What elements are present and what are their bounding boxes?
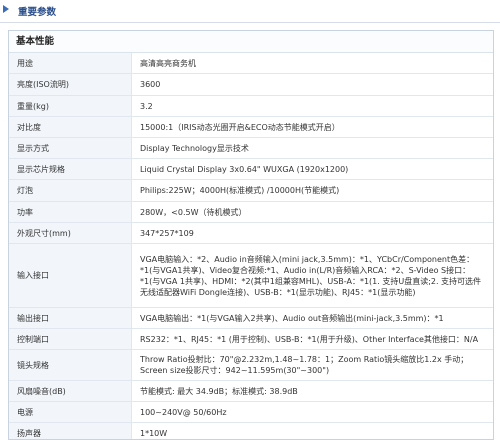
- arrow-marker-icon: [3, 5, 9, 13]
- spec-label: 扬声器: [9, 423, 132, 439]
- spec-label: 重量(kg): [9, 96, 132, 116]
- spec-label: 对比度: [9, 117, 132, 137]
- spec-value: 15000:1（IRIS动态光圈开启&ECO动态节能模式开启）: [140, 122, 340, 132]
- spec-row: 输入接口 VGA电脑输入：*2、Audio in音频输入(mini jack,3…: [9, 244, 493, 308]
- spec-label: 功率: [9, 202, 132, 222]
- spec-panel: 基本性能 用途 高清高亮商务机 亮度(ISO流明) 3600 重量(kg) 3.…: [8, 30, 494, 440]
- spec-value: Philips:225W；4000H(标准模式) /10000H(节能模式): [140, 186, 340, 195]
- spec-row: 功率 280W，<0.5W（待机模式）: [9, 202, 493, 223]
- spec-label: 显示方式: [9, 138, 132, 158]
- spec-value: RS232：*1、RJ45：*1 (用于控制)、USB-B：*1(用于升级)、O…: [140, 334, 479, 344]
- spec-value: 347*257*109: [140, 228, 194, 238]
- spec-row: 重量(kg) 3.2: [9, 96, 493, 117]
- spec-label: 风扇噪音(dB): [9, 381, 132, 401]
- spec-value: 100~240V@ 50/60Hz: [140, 407, 227, 417]
- spec-value: 高清高亮商务机: [140, 58, 196, 68]
- spec-value: Throw Ratio投射比：70"@2.232m,1.48~1.78：1；Zo…: [140, 355, 469, 375]
- spec-row: 输出接口 VGA电脑输出：*1(与VGA输入2共享)、Audio out音频输出…: [9, 308, 493, 329]
- spec-row: 控制端口 RS232：*1、RJ45：*1 (用于控制)、USB-B：*1(用于…: [9, 329, 493, 350]
- spec-value: 节能模式: 最大 34.9dB；标准模式: 38.9dB: [140, 386, 298, 396]
- spec-row: 对比度 15000:1（IRIS动态光圈开启&ECO动态节能模式开启）: [9, 117, 493, 138]
- spec-label: 电源: [9, 402, 132, 422]
- header-title: 重要参数: [18, 7, 57, 18]
- spec-value: 3600: [140, 80, 161, 89]
- spec-row: 镜头规格 Throw Ratio投射比：70"@2.232m,1.48~1.78…: [9, 350, 493, 381]
- section-header: 重要参数: [0, 0, 500, 23]
- spec-label: 显示芯片规格: [9, 159, 132, 179]
- spec-row: 亮度(ISO流明) 3600: [9, 74, 493, 96]
- spec-row: 电源 100~240V@ 50/60Hz: [9, 402, 493, 423]
- spec-value: VGA电脑输入：*2、Audio in音频输入(mini jack,3.5mm)…: [140, 254, 482, 297]
- spec-label: 控制端口: [9, 329, 132, 349]
- spec-row: 灯泡 Philips:225W；4000H(标准模式) /10000H(节能模式…: [9, 180, 493, 202]
- spec-label: 镜头规格: [9, 350, 132, 380]
- spec-row: 风扇噪音(dB) 节能模式: 最大 34.9dB；标准模式: 38.9dB: [9, 381, 493, 402]
- spec-value: 3.2: [140, 101, 153, 111]
- spec-row: 显示方式 Display Technology显示技术: [9, 138, 493, 159]
- spec-label: 外观尺寸(mm): [9, 223, 132, 243]
- section-title: 基本性能: [9, 31, 493, 53]
- spec-value: Display Technology显示技术: [140, 143, 249, 153]
- spec-value: 1*10W: [140, 428, 168, 438]
- spec-row: 扬声器 1*10W: [9, 423, 493, 439]
- spec-label: 输出接口: [9, 308, 132, 328]
- spec-label: 用途: [9, 53, 132, 73]
- spec-value: Liquid Crystal Display 3x0.64" WUXGA (19…: [140, 164, 349, 174]
- spec-row: 外观尺寸(mm) 347*257*109: [9, 223, 493, 244]
- spec-label: 亮度(ISO流明): [9, 74, 132, 95]
- spec-row: 显示芯片规格 Liquid Crystal Display 3x0.64" WU…: [9, 159, 493, 180]
- spec-label: 灯泡: [9, 180, 132, 201]
- spec-label: 输入接口: [9, 244, 132, 307]
- spec-row: 用途 高清高亮商务机: [9, 53, 493, 74]
- spec-value: 280W，<0.5W（待机模式）: [140, 207, 247, 217]
- spec-value: VGA电脑输出：*1(与VGA输入2共享)、Audio out音频输出(mini…: [140, 313, 444, 323]
